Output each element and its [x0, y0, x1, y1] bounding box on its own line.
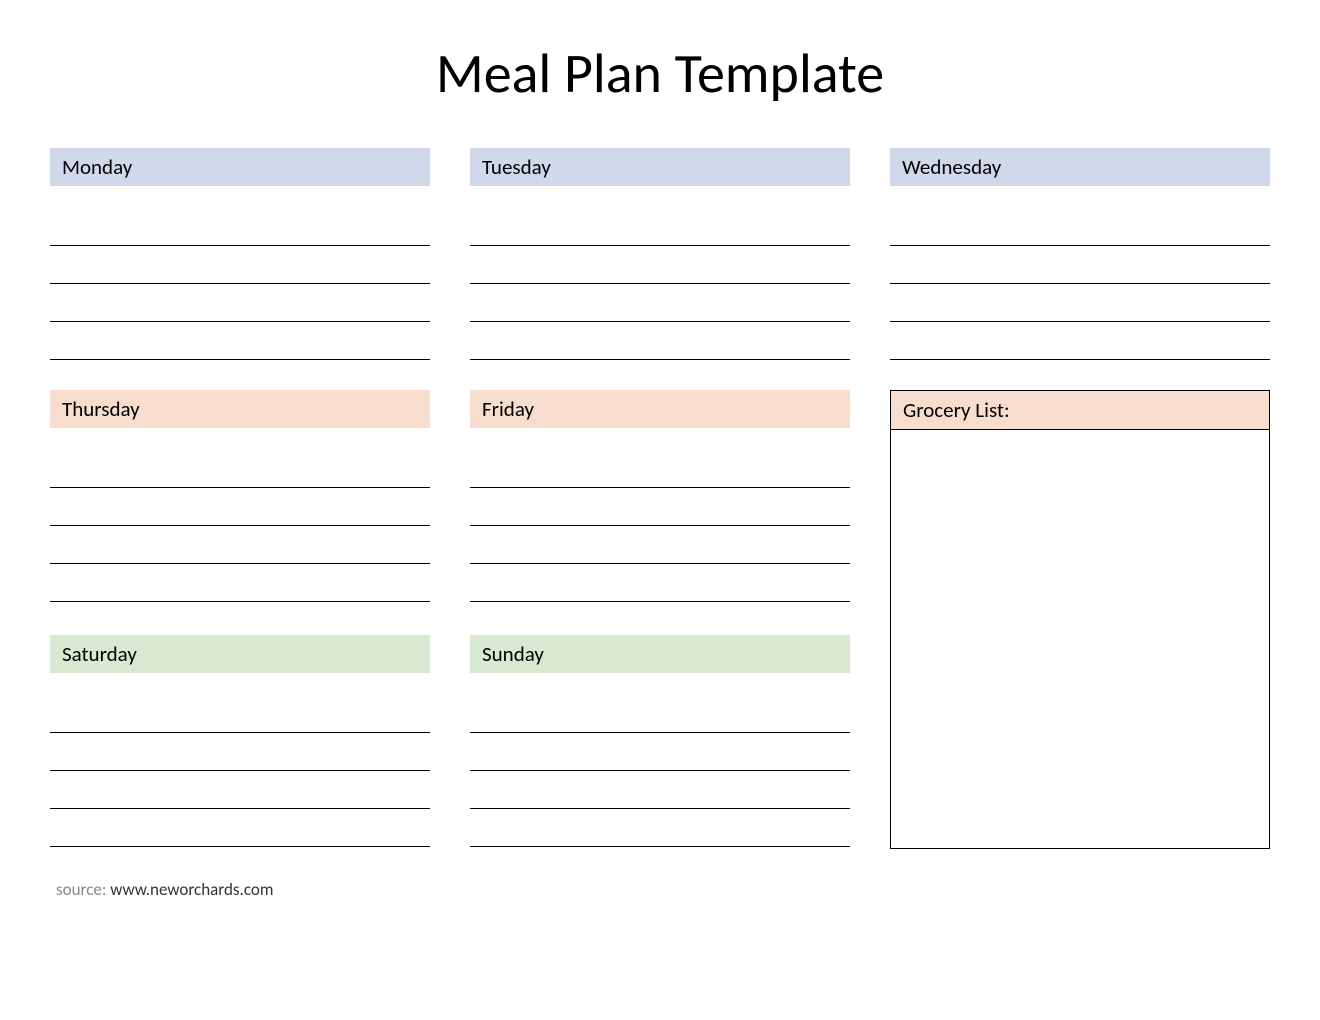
entry-line[interactable] [890, 208, 1270, 246]
day-lines-saturday[interactable] [50, 695, 430, 847]
day-block-thursday: Thursday [50, 390, 430, 605]
day-header-wednesday: Wednesday [890, 148, 1270, 186]
grocery-block: Grocery List: [890, 390, 1270, 849]
entry-line[interactable] [50, 809, 430, 847]
day-header-saturday: Saturday [50, 635, 430, 673]
entry-line[interactable] [470, 564, 850, 602]
grocery-header: Grocery List: [890, 390, 1270, 429]
grocery-box[interactable] [890, 429, 1270, 849]
entry-line[interactable] [50, 322, 430, 360]
day-header-thursday: Thursday [50, 390, 430, 428]
entry-line[interactable] [50, 208, 430, 246]
footer: source: www.neworchards.com [50, 879, 1270, 900]
entry-line[interactable] [50, 771, 430, 809]
day-block-friday: Friday [470, 390, 850, 605]
entry-line[interactable] [470, 526, 850, 564]
day-block-sunday: Sunday [470, 635, 850, 850]
day-block-monday: Monday [50, 148, 430, 360]
entry-line[interactable] [470, 771, 850, 809]
footer-url: www.neworchards.com [110, 879, 273, 900]
footer-source-label: source: [56, 879, 110, 900]
day-lines-monday[interactable] [50, 208, 430, 360]
entry-line[interactable] [470, 284, 850, 322]
day-block-tuesday: Tuesday [470, 148, 850, 360]
entry-line[interactable] [470, 695, 850, 733]
entry-line[interactable] [50, 695, 430, 733]
entry-line[interactable] [50, 526, 430, 564]
entry-line[interactable] [470, 488, 850, 526]
day-header-monday: Monday [50, 148, 430, 186]
entry-line[interactable] [470, 322, 850, 360]
entry-line[interactable] [50, 733, 430, 771]
day-block-saturday: Saturday [50, 635, 430, 850]
entry-line[interactable] [50, 450, 430, 488]
entry-line[interactable] [470, 733, 850, 771]
entry-line[interactable] [50, 488, 430, 526]
day-header-friday: Friday [470, 390, 850, 428]
day-lines-sunday[interactable] [470, 695, 850, 847]
entry-line[interactable] [50, 284, 430, 322]
day-lines-wednesday[interactable] [890, 208, 1270, 360]
entry-line[interactable] [890, 284, 1270, 322]
day-header-tuesday: Tuesday [470, 148, 850, 186]
entry-line[interactable] [50, 564, 430, 602]
entry-line[interactable] [470, 809, 850, 847]
day-lines-thursday[interactable] [50, 450, 430, 602]
day-lines-friday[interactable] [470, 450, 850, 602]
meal-plan-grid: Monday Tuesday Wednesday Thursday [50, 148, 1270, 849]
page-title: Meal Plan Template [50, 40, 1270, 108]
day-lines-tuesday[interactable] [470, 208, 850, 360]
day-block-wednesday: Wednesday [890, 148, 1270, 360]
entry-line[interactable] [890, 246, 1270, 284]
entry-line[interactable] [470, 246, 850, 284]
entry-line[interactable] [470, 450, 850, 488]
day-header-sunday: Sunday [470, 635, 850, 673]
entry-line[interactable] [890, 322, 1270, 360]
entry-line[interactable] [470, 208, 850, 246]
entry-line[interactable] [50, 246, 430, 284]
